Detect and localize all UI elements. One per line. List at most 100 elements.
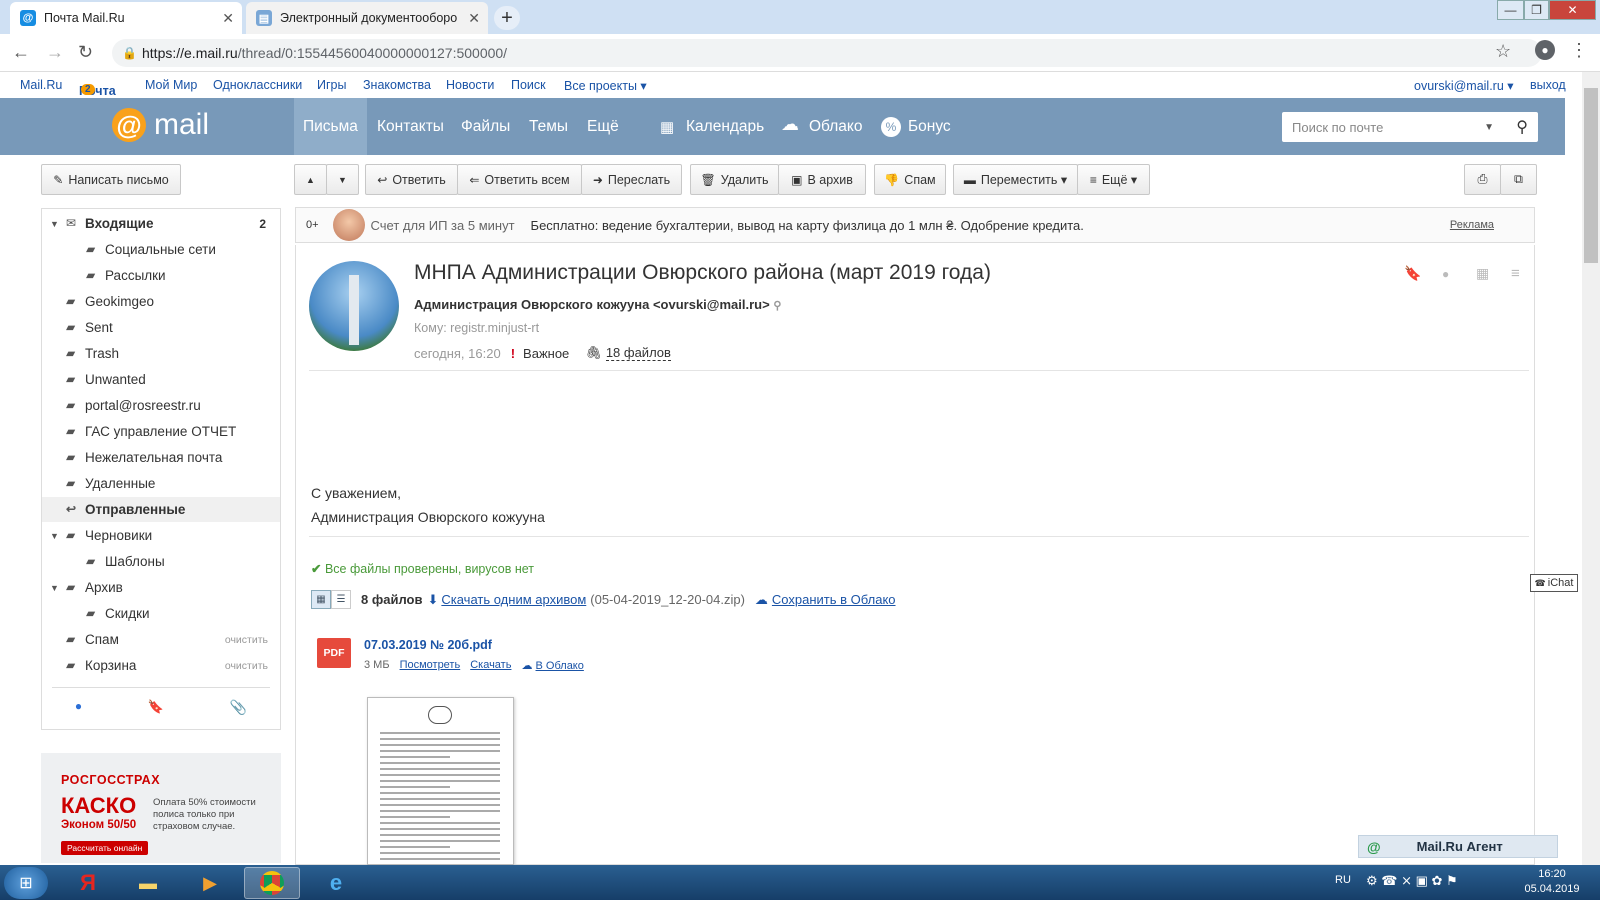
reply-all-button[interactable]: ⇐ Ответить всем — [457, 164, 582, 195]
save-cloud-link[interactable]: Сохранить в Облако — [772, 592, 896, 607]
attachment-filter-icon[interactable]: 📎 — [230, 699, 247, 716]
user-email-menu[interactable]: ovurski@mail.ru ▾ — [1414, 78, 1514, 93]
read-status-icon[interactable]: ● — [1442, 267, 1449, 281]
download-archive-link[interactable]: Скачать одним архивом — [441, 592, 586, 607]
sidebar-folder[interactable]: ▰ Рассылки — [42, 263, 280, 288]
nav-calendar[interactable]: Календарь — [686, 118, 764, 136]
move-button[interactable]: ▬ Переместить ▾ — [953, 164, 1078, 195]
grid-view-icon[interactable]: ▦ — [311, 590, 331, 609]
search-icon[interactable]: ⚲ — [1516, 117, 1528, 137]
minimize-button[interactable]: — — [1497, 0, 1524, 20]
clear-folder-link[interactable]: очистить — [225, 660, 268, 672]
nav-bonus[interactable]: Бонус — [908, 118, 951, 136]
unread-filter-icon[interactable]: ● — [75, 699, 82, 716]
link-games[interactable]: Игры — [317, 78, 346, 92]
new-tab-button[interactable]: + — [494, 6, 520, 30]
attachment-name[interactable]: 07.03.2019 № 20б.pdf — [364, 638, 492, 652]
browser-tab-edo[interactable]: ▤ Электронный документооборо ✕ — [246, 2, 488, 34]
sidebar-folder[interactable]: ▰ Unwanted — [42, 367, 280, 392]
search-sender-icon[interactable]: ⚲ — [773, 300, 781, 312]
clear-folder-link[interactable]: очистить — [225, 634, 268, 646]
message-menu-icon[interactable]: ≡ — [1511, 265, 1520, 282]
forward-arrow-icon[interactable]: → — [46, 42, 64, 63]
sidebar-folder[interactable]: ▰ Корзина очистить — [42, 653, 280, 678]
attachment-thumbnail[interactable] — [367, 697, 514, 865]
archive-button[interactable]: ▣ В архив — [778, 164, 866, 195]
link-odnoklassniki[interactable]: Одноклассники — [213, 78, 302, 92]
browser-tab-mail[interactable]: @ Почта Mail.Ru ✕ — [10, 2, 242, 34]
profile-icon[interactable]: ● — [1535, 40, 1555, 60]
sidebar-folder[interactable]: ▰ portal@rosreestr.ru — [42, 393, 280, 418]
link-all-projects[interactable]: Все проекты ▾ — [564, 78, 647, 93]
spam-button[interactable]: 👎 Спам — [874, 164, 946, 195]
nav-themes[interactable]: Темы — [529, 118, 568, 136]
flag-icon[interactable]: 🔖 — [1404, 265, 1421, 282]
sidebar-folder[interactable]: ▰ Социальные сети — [42, 237, 280, 262]
search-dropdown-icon[interactable]: ▼ — [1484, 122, 1494, 133]
link-news[interactable]: Новости — [446, 78, 494, 92]
taskbar-media-player-icon[interactable]: ▶ — [182, 867, 238, 899]
calendar-event-icon[interactable]: ▦ — [1476, 265, 1489, 282]
sidebar-folder[interactable]: ▰ Удаленные — [42, 471, 280, 496]
expand-arrow-icon[interactable]: ▼ — [50, 531, 59, 541]
bookmark-star-icon[interactable]: ☆ — [1495, 41, 1511, 62]
reply-button[interactable]: ↩ Ответить — [365, 164, 458, 195]
next-message-button[interactable]: ▼ — [326, 164, 359, 195]
sidebar-folder[interactable]: ▰ Шаблоны — [42, 549, 280, 574]
taskbar-explorer-icon[interactable]: ▬ — [120, 867, 176, 899]
link-mailru[interactable]: Mail.Ru — [20, 78, 62, 92]
sidebar-ad-banner[interactable]: РОСГОССТРАХ КАСКО Эконом 50/50 Оплата 50… — [41, 753, 281, 863]
ad-line[interactable]: 0+ Счет для ИП за 5 минут Бесплатно: вед… — [295, 207, 1535, 243]
link-dating[interactable]: Знакомства — [363, 78, 431, 92]
close-tab-icon[interactable]: ✕ — [468, 10, 480, 27]
taskbar-chrome-icon[interactable] — [244, 867, 300, 899]
list-view-icon[interactable]: ☰ — [331, 590, 351, 609]
attachment-download-link[interactable]: Скачать — [470, 659, 511, 672]
forward-button[interactable]: ➜ Переслать — [581, 164, 682, 195]
message-from[interactable]: Администрация Овюрского кожууна <ovurski… — [414, 297, 781, 312]
link-moy-mir[interactable]: Мой Мир — [145, 78, 197, 92]
sidebar-folder[interactable]: ▼ ✉ Входящие 2 — [42, 211, 280, 236]
close-tab-icon[interactable]: ✕ — [222, 10, 234, 27]
sidebar-folder[interactable]: ▼ ▰ Черновики — [42, 523, 280, 548]
close-window-button[interactable]: ✕ — [1549, 0, 1596, 20]
back-arrow-icon[interactable]: ← — [12, 42, 30, 63]
ichat-button[interactable]: ☎ iChat — [1530, 574, 1578, 592]
compose-button[interactable]: ✎ Написать письмо — [41, 164, 181, 195]
browser-menu-icon[interactable]: ⋮ — [1570, 40, 1588, 61]
mail-logo[interactable]: @ mail — [112, 108, 209, 142]
ad-label-link[interactable]: Реклама — [1450, 219, 1494, 231]
tray-icons[interactable]: ⚙ ☎ ⨯ ▣ ✿ ⚑ — [1366, 873, 1458, 889]
sidebar-folder[interactable]: ▰ Скидки — [42, 601, 280, 626]
sender-avatar[interactable] — [309, 261, 399, 351]
sidebar-folder[interactable]: ▰ Geokimgeo — [42, 289, 280, 314]
start-button[interactable]: ⊞ — [4, 867, 48, 899]
nav-files[interactable]: Файлы — [461, 118, 510, 136]
more-button[interactable]: ≡ Ещё ▾ — [1077, 164, 1150, 195]
search-input[interactable]: Поиск по почте ▼ ⚲ — [1282, 112, 1538, 142]
mailru-agent-bar[interactable]: @ Mail.Ru Агент — [1358, 835, 1558, 858]
sidebar-folder[interactable]: ▼ ▰ Архив — [42, 575, 280, 600]
scrollbar-thumb[interactable] — [1584, 88, 1598, 263]
nav-letters[interactable]: Письма — [294, 98, 367, 155]
maximize-button[interactable]: ❐ — [1524, 0, 1549, 20]
expand-arrow-icon[interactable]: ▼ — [50, 583, 59, 593]
sidebar-folder[interactable]: ▰ Спам очистить — [42, 627, 280, 652]
nav-more[interactable]: Ещё — [587, 118, 619, 136]
nav-cloud[interactable]: Облако — [809, 118, 862, 136]
delete-button[interactable]: 🗑 Удалить — [690, 164, 779, 195]
sidebar-folder[interactable]: ↩ Отправленные — [42, 497, 280, 522]
flag-filter-icon[interactable]: 🔖 — [148, 699, 164, 716]
sidebar-folder[interactable]: ▰ Нежелательная почта — [42, 445, 280, 470]
ad-cta-button[interactable]: Рассчитать онлайн — [61, 841, 149, 855]
taskbar-clock[interactable]: 16:20 05.04.2019 — [1518, 867, 1586, 897]
logout-link[interactable]: выход — [1530, 78, 1566, 92]
sidebar-folder[interactable]: ▰ Trash — [42, 341, 280, 366]
print-button[interactable]: ⎙ — [1464, 164, 1501, 195]
link-search[interactable]: Поиск — [511, 78, 546, 92]
nav-contacts[interactable]: Контакты — [377, 118, 444, 136]
attachment-cloud-link[interactable]: В Облако — [536, 660, 584, 672]
reload-icon[interactable]: ↻ — [78, 42, 93, 63]
expand-arrow-icon[interactable]: ▼ — [50, 219, 59, 229]
files-link[interactable]: 18 файлов — [605, 345, 671, 361]
